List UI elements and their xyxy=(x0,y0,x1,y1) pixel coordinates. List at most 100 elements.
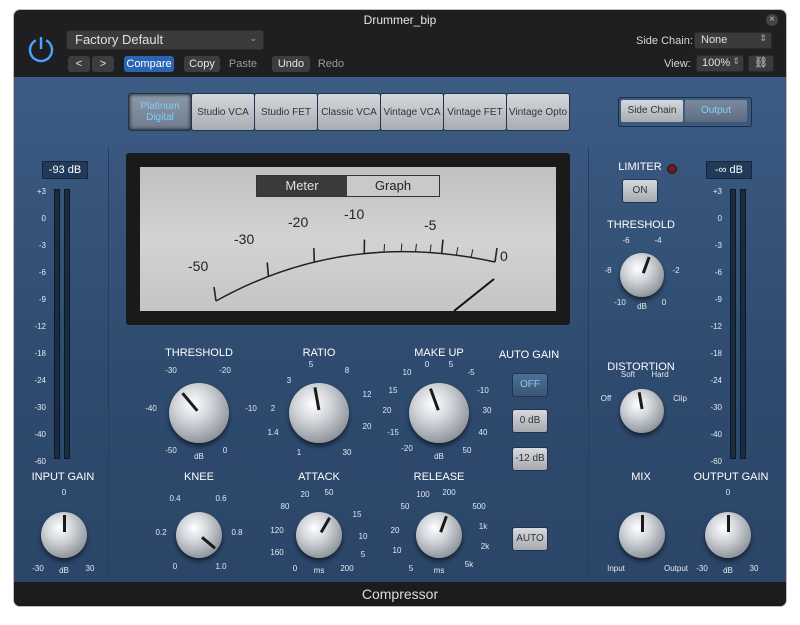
output-meter-left xyxy=(730,189,736,459)
model-button[interactable]: Studio VCA xyxy=(191,93,255,131)
distortion-knob[interactable] xyxy=(620,389,664,433)
knob-scale-label: 12 xyxy=(362,390,372,399)
meter-scale-label: -18 xyxy=(710,349,722,358)
knob-scale-label: 0.8 xyxy=(231,528,243,537)
meter-scale-label: -60 xyxy=(34,457,46,466)
knob-scale-label: 8 xyxy=(344,366,350,375)
output-gain-knob[interactable] xyxy=(705,512,751,558)
knob-scale-label: 1k xyxy=(478,522,488,531)
chevron-down-icon: ⌄ xyxy=(249,33,257,43)
threshold-label: THRESHOLD xyxy=(165,347,233,359)
limiter-threshold-knob[interactable] xyxy=(620,253,664,297)
knob-scale-label: 1 xyxy=(296,448,302,457)
knob-scale-label: Input xyxy=(607,564,625,573)
knob-scale-label: -20 xyxy=(219,366,231,375)
knob-indicator xyxy=(62,514,66,533)
knob-scale-label: -10 xyxy=(614,298,626,307)
knob-scale-label: 3 xyxy=(286,376,292,385)
knob-scale-label: Soft xyxy=(620,370,636,379)
auto-release-button[interactable]: AUTO xyxy=(512,527,548,551)
knob-scale-label: 1.0 xyxy=(215,562,227,571)
chevron-updown-icon: ⇕ xyxy=(759,33,767,43)
knob-scale-label: 0 xyxy=(292,564,298,573)
knob-scale-label: 5 xyxy=(360,550,366,559)
vu-tick xyxy=(313,248,316,263)
auto-gain-off-button[interactable]: OFF xyxy=(512,373,548,397)
preset-dropdown[interactable]: Factory Default ⌄ xyxy=(66,30,264,50)
vu-label: -10 xyxy=(344,206,364,222)
knob-indicator xyxy=(640,514,644,533)
auto-gain-0db-button[interactable]: 0 dB xyxy=(512,409,548,433)
knob-scale-label: ms xyxy=(313,566,325,575)
vu-meter-face: Meter Graph -50 -30 -20 -10 -5 0 xyxy=(140,167,556,311)
knob-scale-label: 0 xyxy=(661,298,667,307)
next-preset-button[interactable]: > xyxy=(92,56,114,72)
vu-tick xyxy=(494,247,498,263)
makeup-knob[interactable] xyxy=(409,383,469,443)
prev-preset-button[interactable]: < xyxy=(68,56,90,72)
redo-button[interactable]: Redo xyxy=(312,56,350,72)
model-button[interactable]: Vintage Opto xyxy=(506,93,570,131)
knob-scale-label: 0.4 xyxy=(169,494,181,503)
model-button[interactable]: Studio FET xyxy=(254,93,318,131)
knob-scale-label: 0.2 xyxy=(155,528,167,537)
knee-label: KNEE xyxy=(184,471,214,483)
vu-tick xyxy=(415,243,417,252)
knob-scale-label: 50 xyxy=(324,488,334,497)
close-icon[interactable]: × xyxy=(766,14,778,26)
knob-scale-label: 20 xyxy=(362,422,372,431)
vu-tick xyxy=(455,247,459,256)
knob-scale-label: ms xyxy=(433,566,445,575)
limiter-on-button[interactable]: ON xyxy=(622,179,658,203)
knob-scale-label: 100 xyxy=(416,490,430,499)
release-knob[interactable] xyxy=(416,512,462,558)
mix-knob[interactable] xyxy=(619,512,665,558)
knob-scale-label: 200 xyxy=(442,488,456,497)
knob-scale-label: Clip xyxy=(673,394,687,403)
model-button[interactable]: Platinum Digital xyxy=(128,93,192,131)
auto-gain-minus12-button[interactable]: -12 dB xyxy=(512,447,548,471)
paste-button[interactable]: Paste xyxy=(224,56,262,72)
knob-scale-label: 20 xyxy=(300,490,310,499)
link-icon[interactable]: ⛓ xyxy=(748,55,774,72)
meter-scale-label: -30 xyxy=(710,403,722,412)
knob-scale-label: dB xyxy=(637,302,647,311)
compare-button[interactable]: Compare xyxy=(124,56,174,72)
ratio-knob[interactable] xyxy=(289,383,349,443)
knob-scale-label: -40 xyxy=(145,404,157,413)
knob-indicator xyxy=(637,391,644,409)
model-button-label: Vintage Opto xyxy=(508,106,568,118)
knob-scale-label: 40 xyxy=(478,428,488,437)
input-gain-knob[interactable] xyxy=(41,512,87,558)
vu-label: -30 xyxy=(234,231,254,247)
distortion-label: DISTORTION xyxy=(607,361,675,373)
model-button-label: Platinum Digital xyxy=(140,101,180,123)
attack-knob[interactable] xyxy=(296,512,342,558)
knee-knob[interactable] xyxy=(176,512,222,558)
right-tab-group: Side Chain Output xyxy=(618,97,752,127)
model-button[interactable]: Vintage FET xyxy=(443,93,507,131)
vu-tick xyxy=(266,262,270,277)
meter-scale-label: -6 xyxy=(714,268,722,277)
power-icon[interactable] xyxy=(26,34,56,64)
copy-button[interactable]: Copy xyxy=(184,56,220,72)
model-button-label: Studio FET xyxy=(260,106,312,118)
knob-scale-label: -15 xyxy=(387,428,399,437)
model-button[interactable]: Classic VCA xyxy=(317,93,381,131)
model-button[interactable]: Vintage VCA xyxy=(380,93,444,131)
view-zoom-dropdown[interactable]: 100% ⇕ xyxy=(696,55,744,72)
side-chain-dropdown[interactable]: None ⇕ xyxy=(694,32,772,49)
tab-output[interactable]: Output xyxy=(685,100,747,122)
knob-scale-label: 20 xyxy=(390,526,400,535)
meter-scale-label: -18 xyxy=(34,349,46,358)
vu-tick xyxy=(213,286,217,302)
knob-indicator xyxy=(180,391,198,412)
undo-button[interactable]: Undo xyxy=(272,56,310,72)
threshold-knob[interactable] xyxy=(169,383,229,443)
knob-scale-label: 15 xyxy=(388,386,398,395)
meter-scale-label: -40 xyxy=(34,430,46,439)
model-button-label: Classic VCA xyxy=(321,106,377,118)
knob-indicator xyxy=(319,516,331,534)
vu-label: -5 xyxy=(424,217,437,233)
tab-side-chain[interactable]: Side Chain xyxy=(621,100,683,122)
